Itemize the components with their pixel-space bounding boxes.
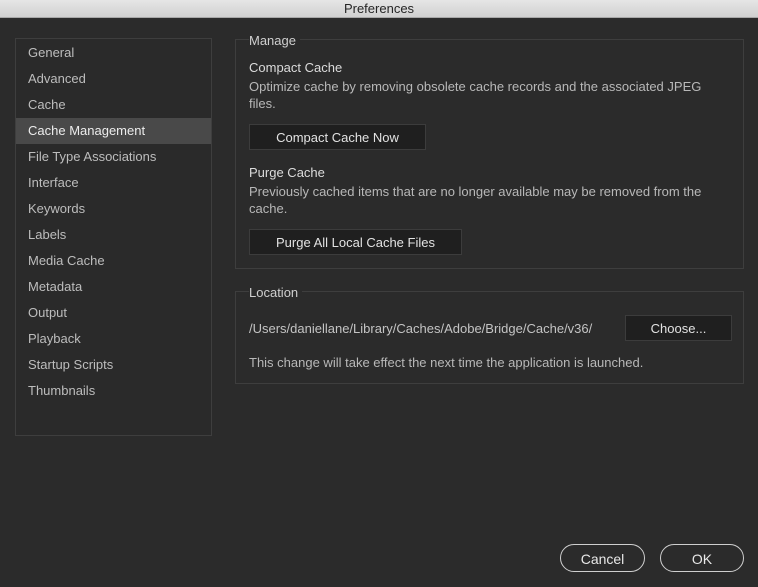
compact-cache-heading: Compact Cache — [249, 60, 343, 75]
location-group-title: Location — [249, 285, 303, 300]
sidebar-item-advanced[interactable]: Advanced — [16, 66, 211, 92]
sidebar-item-keywords[interactable]: Keywords — [16, 196, 211, 222]
sidebar-item-thumbnails[interactable]: Thumbnails — [16, 378, 211, 404]
sidebar-item-labels[interactable]: Labels — [16, 222, 211, 248]
sidebar-item-interface[interactable]: Interface — [16, 170, 211, 196]
sidebar-item-file-type-associations[interactable]: File Type Associations — [16, 144, 211, 170]
sidebar-item-media-cache[interactable]: Media Cache — [16, 248, 211, 274]
purge-all-local-cache-button[interactable]: Purge All Local Cache Files — [249, 229, 462, 255]
choose-location-button[interactable]: Choose... — [625, 315, 732, 341]
purge-cache-heading: Purge Cache — [249, 165, 325, 180]
purge-cache-description: Previously cached items that are no long… — [249, 184, 702, 216]
location-group: Location /Users/daniellane/Library/Cache… — [235, 285, 744, 384]
preferences-sidebar: General Advanced Cache Cache Management … — [15, 38, 212, 436]
cache-location-path: /Users/daniellane/Library/Caches/Adobe/B… — [249, 321, 593, 336]
sidebar-item-startup-scripts[interactable]: Startup Scripts — [16, 352, 211, 378]
sidebar-item-cache[interactable]: Cache — [16, 92, 211, 118]
compact-cache-now-button[interactable]: Compact Cache Now — [249, 124, 426, 150]
cancel-button[interactable]: Cancel — [560, 544, 645, 572]
sidebar-item-playback[interactable]: Playback — [16, 326, 211, 352]
sidebar-item-output[interactable]: Output — [16, 300, 211, 326]
compact-cache-description: Optimize cache by removing obsolete cach… — [249, 79, 702, 111]
ok-button[interactable]: OK — [660, 544, 744, 572]
manage-group-title: Manage — [249, 33, 300, 48]
location-change-note: This change will take effect the next ti… — [249, 355, 644, 370]
sidebar-item-cache-management[interactable]: Cache Management — [16, 118, 211, 144]
manage-group: Manage Compact Cache Optimize cache by r… — [235, 33, 744, 269]
sidebar-item-general[interactable]: General — [16, 40, 211, 66]
window-title: Preferences — [0, 0, 758, 18]
sidebar-item-metadata[interactable]: Metadata — [16, 274, 211, 300]
